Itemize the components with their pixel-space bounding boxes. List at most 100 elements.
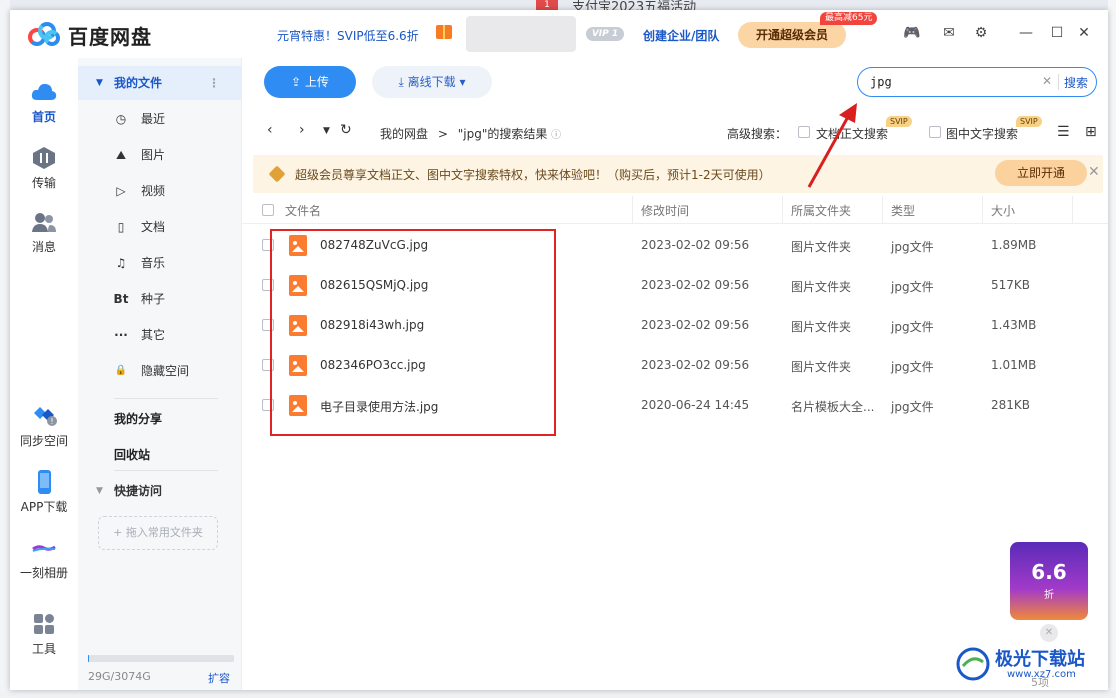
file-folder[interactable]: 名片模板大全... <box>791 398 874 415</box>
desktop-background <box>0 0 1116 10</box>
sidebar-quick-access[interactable]: ▼ 快捷访问 <box>78 474 242 508</box>
sidebar-item-label: 图片 <box>141 148 166 162</box>
caret-down-icon: ▼ <box>96 486 103 496</box>
offline-download-button[interactable]: ⤓ 离线下载 ▾ <box>372 66 492 98</box>
sidebar-item-recent[interactable]: ◷ 最近 <box>78 101 242 137</box>
close-icon[interactable]: ✕ <box>1075 24 1093 42</box>
breadcrumb-current: "jpg"的搜索结果 <box>457 127 548 141</box>
sidebar-item-hidden-space[interactable]: 🔒 隐藏空间 <box>78 353 242 389</box>
watermark-logo-icon <box>956 647 990 681</box>
column-separator[interactable] <box>1072 196 1073 224</box>
select-all-checkbox[interactable] <box>262 204 274 216</box>
upload-button[interactable]: ⇪ 上传 <box>264 66 356 98</box>
breadcrumb-root[interactable]: 我的网盘 <box>380 127 428 141</box>
file-size: 517KB <box>991 278 1031 292</box>
file-size: 1.01MB <box>991 358 1037 372</box>
breadcrumb: 我的网盘 > "jpg"的搜索结果 ⓘ <box>380 125 561 142</box>
discount-promo-card[interactable]: 6.6 折 <box>1010 542 1088 620</box>
column-separator[interactable] <box>632 196 633 224</box>
nav-sync-space[interactable]: ! 同步空间 <box>10 404 78 449</box>
file-folder[interactable]: 图片文件夹 <box>791 358 851 375</box>
promo-card-number: 6.6 <box>1031 560 1067 584</box>
contacts-icon <box>32 213 56 232</box>
sidebar-item-torrents[interactable]: Bt 种子 <box>78 281 242 317</box>
settings-icon[interactable]: ⚙ <box>972 24 990 42</box>
sidebar-recycle-bin[interactable]: 回收站 <box>114 446 150 463</box>
promo-card-sub: 折 <box>1044 590 1054 601</box>
vip-level-badge: VIP 1 <box>586 27 624 41</box>
nav-messages[interactable]: 消息 <box>10 210 78 255</box>
annotation-arrow-icon <box>807 103 857 188</box>
nav-home[interactable]: 首页 <box>10 80 78 125</box>
sidebar-item-other[interactable]: ··· 其它 <box>78 317 242 353</box>
gift-icon[interactable] <box>436 25 452 39</box>
game-icon[interactable]: 🎮 <box>903 24 921 42</box>
svg-text:!: ! <box>50 417 53 426</box>
file-type: jpg文件 <box>891 360 934 374</box>
sidebar-item-documents[interactable]: ▯ 文档 <box>78 209 242 245</box>
file-size: 1.89MB <box>991 238 1037 252</box>
close-promo-icon[interactable]: ✕ <box>1040 624 1058 642</box>
maximize-icon[interactable]: ☐ <box>1048 24 1066 42</box>
tools-grid-icon <box>34 614 54 634</box>
column-separator[interactable] <box>882 196 883 224</box>
file-size: 281KB <box>991 398 1031 412</box>
expand-storage-link[interactable]: 扩容 <box>208 670 230 686</box>
column-header-folder[interactable]: 所属文件夹 <box>791 202 851 219</box>
sidebar-item-music[interactable]: ♫ 音乐 <box>78 245 242 281</box>
back-arrow-icon[interactable]: ‹ <box>267 122 273 138</box>
file-type: jpg文件 <box>891 320 934 334</box>
image-text-search-checkbox[interactable] <box>929 126 941 138</box>
more-options-icon[interactable]: ⋮ <box>208 66 220 100</box>
column-header-size[interactable]: 大小 <box>991 202 1015 219</box>
info-icon[interactable]: ⓘ <box>551 130 561 141</box>
history-dropdown-icon[interactable]: ▼ <box>323 126 330 136</box>
refresh-icon[interactable]: ↻ <box>340 122 352 138</box>
file-folder[interactable]: 图片文件夹 <box>791 278 851 295</box>
nav-transfer[interactable]: 传输 <box>10 146 78 191</box>
app-logo-icon <box>28 22 62 48</box>
forward-arrow-icon[interactable]: › <box>299 122 305 138</box>
column-header-modified[interactable]: 修改时间 <box>641 202 689 219</box>
search-button[interactable]: 搜索 <box>1064 74 1088 91</box>
lock-icon: 🔒 <box>114 365 128 376</box>
file-modified: 2023-02-02 09:56 <box>641 358 750 372</box>
title-bar: 百度网盘 元宵特惠！SVIP低至6.6折 VIP 1 创建企业/团队 开通超级会… <box>10 10 1108 58</box>
column-separator[interactable] <box>982 196 983 224</box>
sidebar-divider <box>114 398 218 399</box>
open-vip-button[interactable]: 开通超级会员 <box>738 22 846 48</box>
mail-icon[interactable]: ✉ <box>940 24 958 42</box>
nav-album[interactable]: 一刻相册 <box>10 536 78 581</box>
close-banner-icon[interactable]: ✕ <box>1088 164 1100 180</box>
minimize-icon[interactable]: — <box>1017 24 1035 42</box>
search-input[interactable] <box>870 73 1030 91</box>
column-header-name[interactable]: 文件名 <box>285 202 321 219</box>
sidebar-my-share[interactable]: 我的分享 <box>114 410 162 427</box>
caret-down-icon: ▼ <box>96 78 103 88</box>
sidebar-my-files[interactable]: ▼ 我的文件 ⋮ <box>78 66 242 100</box>
column-separator[interactable] <box>782 196 783 224</box>
column-header-type[interactable]: 类型 <box>891 202 915 219</box>
promo-link[interactable]: 元宵特惠！SVIP低至6.6折 <box>277 27 419 44</box>
clock-icon: ◷ <box>115 112 127 126</box>
file-type: jpg文件 <box>891 240 934 254</box>
sort-icon[interactable]: ☰ <box>1057 124 1070 140</box>
create-enterprise-link[interactable]: 创建企业/团队 <box>643 27 719 44</box>
nav-messages-label: 消息 <box>31 240 56 254</box>
quick-access-drop-zone[interactable]: + 拖入常用文件夹 <box>98 516 218 550</box>
sidebar-item-videos[interactable]: ▷ 视频 <box>78 173 242 209</box>
clear-search-icon[interactable]: ✕ <box>1042 74 1052 88</box>
grid-view-icon[interactable]: ⊞ <box>1085 124 1097 140</box>
user-avatar[interactable] <box>466 16 576 52</box>
navigation-row: ‹ › ▼ ↻ 我的网盘 > "jpg"的搜索结果 ⓘ 高级搜索： 文档正文搜索… <box>243 116 1108 148</box>
nav-app-download-label: APP下载 <box>20 500 68 514</box>
sidebar-quick-access-label: 快捷访问 <box>114 484 163 498</box>
upload-icon: ⇪ <box>291 75 305 89</box>
nav-app-download[interactable]: APP下载 <box>10 470 78 515</box>
open-now-button[interactable]: 立即开通 <box>995 160 1087 186</box>
sidebar-item-images[interactable]: ⛰ 图片 <box>78 137 242 173</box>
nav-tools[interactable]: 工具 <box>10 612 78 657</box>
table-header: 文件名 修改时间 所属文件夹 类型 大小 <box>243 196 1108 224</box>
file-folder[interactable]: 图片文件夹 <box>791 238 851 255</box>
file-folder[interactable]: 图片文件夹 <box>791 318 851 335</box>
